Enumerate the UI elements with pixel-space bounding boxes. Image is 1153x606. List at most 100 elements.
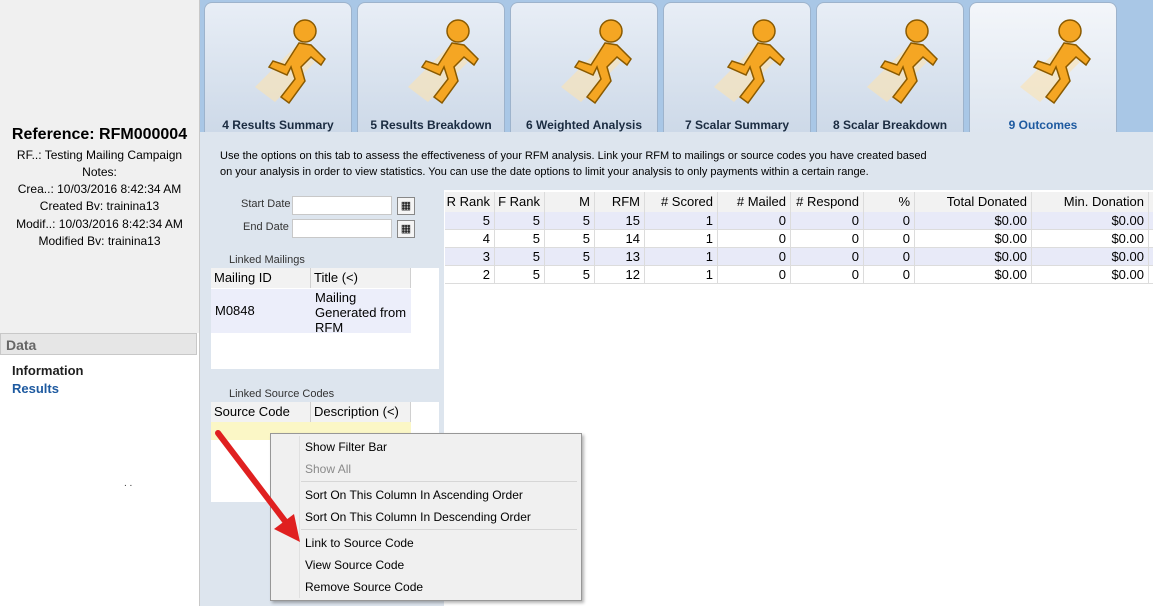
column-header-r-rank[interactable]: R Rank (445, 192, 495, 212)
data-section-header: Data (0, 333, 197, 355)
cell-min-donation: $0.00 (1032, 212, 1149, 230)
column-header-title[interactable]: Title (<) (311, 268, 411, 288)
tab-results-breakdown[interactable]: 5 Results Breakdown (357, 2, 505, 132)
cell-min-donation: $0.00 (1032, 266, 1149, 284)
cell-respond: 0 (791, 266, 864, 284)
reference-title: Reference: RFM000004 (11, 126, 188, 143)
cell-rfm: 13 (595, 248, 645, 266)
cell-rfm: 15 (595, 212, 645, 230)
table-row[interactable]: 2 5 5 12 1 0 0 0 $0.00 $0.00 (445, 266, 1153, 284)
cell-mailed: 0 (718, 212, 791, 230)
tab-label: 7 Scalar Summary (684, 118, 790, 132)
tab-weighted-analysis[interactable]: 6 Weighted Analysis (510, 2, 658, 132)
sidebar-item-results[interactable]: Results (12, 381, 59, 396)
menu-item-view-source-code[interactable]: View Source Code (305, 558, 404, 572)
cell-percent: 0 (864, 212, 915, 230)
cell-r-rank: 5 (445, 212, 495, 230)
cell-f-rank: 5 (495, 266, 545, 284)
sidebar-item-information[interactable]: Information (12, 363, 84, 378)
calendar-icon[interactable]: ▦ (397, 197, 415, 215)
column-header-rfm[interactable]: RFM (595, 192, 645, 212)
column-header-mailed[interactable]: # Mailed (718, 192, 791, 212)
cell-r-rank: 2 (445, 266, 495, 284)
runner-icon (1020, 19, 1091, 105)
runner-icon (714, 19, 785, 105)
cell-respond: 0 (791, 212, 864, 230)
cell-scored: 1 (645, 212, 718, 230)
column-header-description[interactable]: Description (<) (311, 402, 411, 422)
menu-item-link-to-source-code[interactable]: Link to Source Code (305, 536, 414, 550)
table-row[interactable]: 4 5 5 14 1 0 0 0 $0.00 $0.00 (445, 230, 1153, 248)
tab-label: 8 Scalar Breakdown (832, 118, 948, 132)
cell-total-donated: $0.00 (915, 212, 1032, 230)
column-header-f-rank[interactable]: F Rank (495, 192, 545, 212)
cell-r-rank: 4 (445, 230, 495, 248)
menu-separator (301, 529, 577, 530)
results-grid-header: R Rank F Rank M RFM # Scored # Mailed # … (445, 192, 1153, 212)
table-row[interactable]: 5 5 5 15 1 0 0 0 $0.00 $0.00 (445, 212, 1153, 230)
column-header-total-donated[interactable]: Total Donated (915, 192, 1032, 212)
cell-min-donation: $0.00 (1032, 230, 1149, 248)
start-date-input[interactable] (292, 196, 392, 215)
cell-percent: 0 (864, 266, 915, 284)
cell-total-donated: $0.00 (915, 248, 1032, 266)
mailing-title-cell: Mailing Generated from RFM (315, 290, 407, 332)
cell-f-rank: 5 (495, 248, 545, 266)
context-menu: Show Filter Bar Show All Sort On This Co… (270, 433, 582, 601)
cell-m: 5 (545, 230, 595, 248)
cell-mailed: 0 (718, 248, 791, 266)
cell-respond: 0 (791, 248, 864, 266)
end-date-label: End Date (243, 221, 289, 233)
linked-mailings-grid: Mailing ID Title (<) M0848 Mailing Gener… (211, 268, 439, 369)
cell-total-donated: $0.00 (915, 266, 1032, 284)
menu-item-show-all[interactable]: Show All (305, 462, 351, 476)
created-date: Crea..: 10/03/2016 8:42:34 AM (17, 182, 182, 196)
cell-m: 5 (545, 266, 595, 284)
cell-scored: 1 (645, 266, 718, 284)
table-row[interactable]: 3 5 5 13 1 0 0 0 $0.00 $0.00 (445, 248, 1153, 266)
tab-scalar-breakdown[interactable]: 8 Scalar Breakdown (816, 2, 964, 132)
linked-source-codes-title: Linked Source Codes (229, 388, 335, 400)
tab-label: 4 Results Summary (222, 118, 334, 132)
notes-label: Notes: (82, 165, 117, 179)
column-header-mailing-id[interactable]: Mailing ID (211, 268, 311, 288)
reference-summary: Reference: RFM000004 RF..: Testing Maili… (0, 0, 199, 333)
column-header-scored[interactable]: # Scored (645, 192, 718, 212)
left-panel: Reference: RFM000004 RF..: Testing Maili… (0, 0, 200, 606)
column-header-min-donation[interactable]: Min. Donation (1032, 192, 1149, 212)
tab-label: 9 Outcomes (1008, 118, 1078, 132)
start-date-label: Start Date (241, 198, 291, 210)
description-text: Use the options on this tab to assess th… (220, 150, 927, 178)
menu-item-remove-source-code[interactable]: Remove Source Code (305, 580, 423, 594)
column-header-source-code[interactable]: Source Code (211, 402, 311, 422)
cell-rfm: 14 (595, 230, 645, 248)
cell-f-rank: 5 (495, 230, 545, 248)
mailing-id-cell: M0848 (215, 303, 255, 318)
modified-by: Modified Bv: trainina13 (38, 234, 161, 248)
cell-mailed: 0 (718, 230, 791, 248)
cell-rfm: 12 (595, 266, 645, 284)
column-header-percent[interactable]: % (864, 192, 915, 212)
tab-scalar-summary[interactable]: 7 Scalar Summary (663, 2, 811, 132)
cell-percent: 0 (864, 248, 915, 266)
menu-item-sort-ascending[interactable]: Sort On This Column In Ascending Order (305, 488, 523, 502)
menu-item-sort-descending[interactable]: Sort On This Column In Descending Order (305, 510, 531, 524)
menu-item-show-filter-bar[interactable]: Show Filter Bar (305, 440, 387, 454)
cell-scored: 1 (645, 230, 718, 248)
tab-results-summary[interactable]: 4 Results Summary (204, 2, 352, 132)
menu-separator (301, 481, 577, 482)
cell-respond: 0 (791, 230, 864, 248)
created-by: Created Bv: trainina13 (39, 199, 160, 213)
tab-label: 5 Results Breakdown (370, 118, 492, 132)
column-header-respond[interactable]: # Respond (791, 192, 864, 212)
cell-m: 5 (545, 212, 595, 230)
column-header-m[interactable]: M (545, 192, 595, 212)
runner-icon (561, 19, 632, 105)
tab-outcomes[interactable]: 9 Outcomes (969, 2, 1117, 132)
end-date-input[interactable] (292, 219, 392, 238)
runner-icon (255, 19, 326, 105)
cell-scored: 1 (645, 248, 718, 266)
runner-icon (867, 19, 938, 105)
calendar-icon[interactable]: ▦ (397, 220, 415, 238)
modified-date: Modif..: 10/03/2016 8:42:34 AM (16, 217, 183, 231)
